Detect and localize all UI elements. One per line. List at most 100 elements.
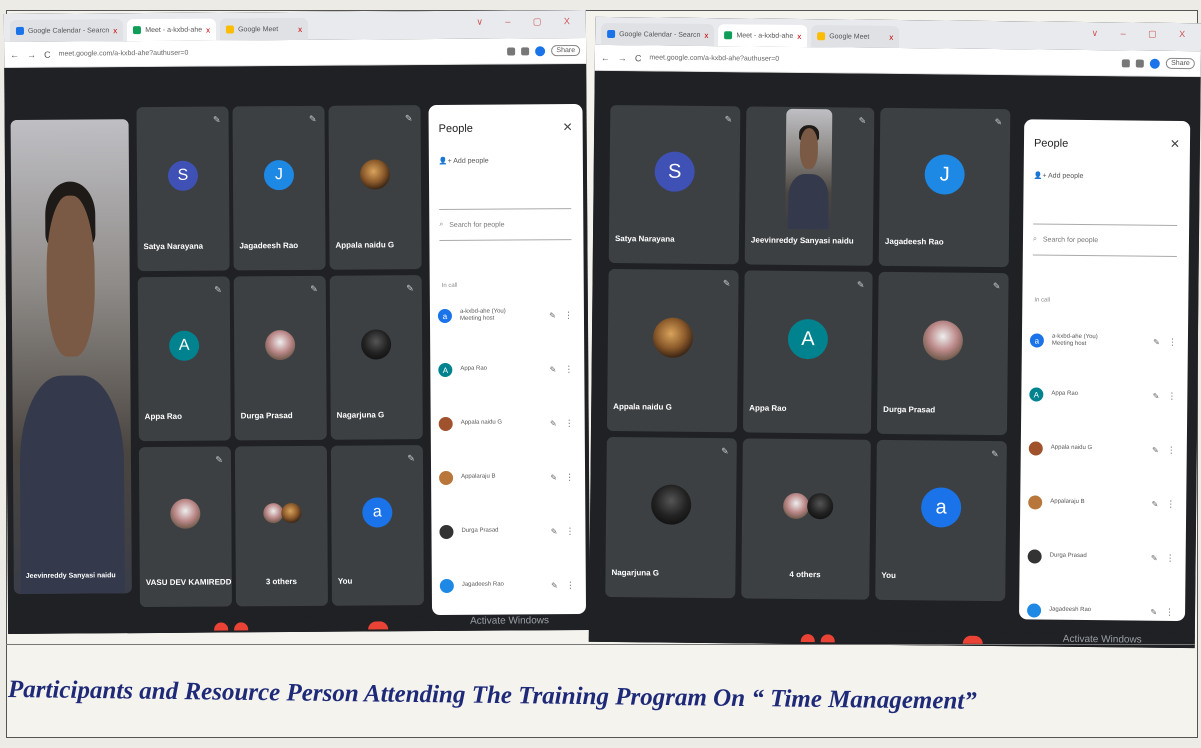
browser-tab[interactable]: Google Meet x <box>220 17 309 41</box>
mic-off-icon[interactable]: ✎ <box>551 527 558 536</box>
profile-avatar[interactable] <box>535 45 546 56</box>
forward-icon[interactable]: → <box>618 53 627 63</box>
self-tile[interactable]: ✎ a You <box>330 445 424 606</box>
more-options-icon[interactable]: ⋮ <box>1168 336 1177 347</box>
add-person-icon: 👤+ <box>1033 172 1047 180</box>
participant-list-item[interactable]: Durga Prasad ✎ ⋮ <box>439 518 574 545</box>
mic-off-icon[interactable]: ✎ <box>550 365 557 374</box>
close-icon[interactable]: x <box>113 26 117 35</box>
more-options-icon[interactable]: ⋮ <box>1166 552 1175 563</box>
more-options-icon[interactable]: ⋮ <box>564 310 573 321</box>
others-tile[interactable]: 3 others <box>234 445 328 607</box>
window-controls[interactable]: ∨ – ▢ X <box>476 16 580 28</box>
participant-list-item[interactable]: Appalaraju B ✎ ⋮ <box>1028 489 1175 517</box>
url-field[interactable]: meet.google.com/a-kxbd-ahe?authuser=0 <box>649 54 1114 66</box>
more-options-icon[interactable]: ⋮ <box>1166 498 1175 509</box>
back-icon[interactable]: ← <box>601 52 610 62</box>
share-button[interactable]: Share <box>1166 57 1195 70</box>
self-tile[interactable]: ✎ a You <box>875 439 1007 602</box>
bookmark-icon[interactable] <box>521 46 530 55</box>
reload-icon[interactable]: C <box>635 53 642 63</box>
mic-off-icon[interactable]: ✎ <box>550 473 557 482</box>
window-controls[interactable]: ∨ – ▢ X <box>1091 28 1195 40</box>
more-options-icon[interactable]: ⋮ <box>565 472 574 483</box>
add-people-button[interactable]: 👤+ Add people <box>439 157 489 165</box>
profile-avatar[interactable] <box>1150 58 1161 69</box>
mic-off-icon[interactable]: ✎ <box>1151 499 1158 508</box>
more-options-icon[interactable]: ⋮ <box>566 580 575 591</box>
browser-tab-active[interactable]: Meet - a-kxbd-ahe x <box>718 24 808 48</box>
leave-call-button[interactable] <box>368 621 389 630</box>
close-icon[interactable]: x <box>206 25 210 34</box>
more-options-icon[interactable]: ⋮ <box>1167 390 1176 401</box>
participant-tile[interactable]: ✎ A Appa Rao <box>137 276 231 442</box>
participant-tile[interactable]: ✎ Appala naidu G <box>328 105 422 270</box>
camera-button[interactable] <box>234 622 249 631</box>
add-people-button[interactable]: 👤+ Add people <box>1034 171 1084 180</box>
participant-list-item[interactable]: Jagadeesh Rao ✎ ⋮ <box>1027 597 1174 621</box>
participant-tile[interactable]: ✎ Durga Prasad <box>233 275 327 441</box>
participant-list-item[interactable]: Durga Prasad ✎ ⋮ <box>1027 543 1175 571</box>
people-search-input[interactable]: ⌕ Search for people <box>1032 223 1178 257</box>
close-icon[interactable]: x <box>889 32 893 41</box>
mic-button[interactable] <box>800 634 815 643</box>
participant-tile[interactable]: ✎ VASU DEV KAMIREDDY <box>138 446 232 608</box>
reload-icon[interactable]: C <box>44 49 51 59</box>
camera-button[interactable] <box>820 634 835 643</box>
participant-tile[interactable]: ✎ J Jagadeesh Rao <box>878 107 1011 268</box>
mic-off-icon[interactable]: ✎ <box>1151 553 1158 562</box>
participant-tile[interactable]: ✎ Nagarjuna G <box>329 275 423 440</box>
presenter-video[interactable]: Jeevinreddy Sanyasi naidu <box>10 119 132 594</box>
participant-list-item[interactable]: Appala naidu G ✎ ⋮ <box>438 410 574 437</box>
participant-list-item[interactable]: Appala naidu G ✎ ⋮ <box>1028 435 1176 463</box>
participant-list-item[interactable]: Appalaraju B ✎ ⋮ <box>439 464 574 491</box>
participant-list-item[interactable]: Jagadeesh Rao ✎ ⋮ <box>439 572 575 599</box>
participant-list-item[interactable]: A Appa Rao ✎ ⋮ <box>1029 381 1176 409</box>
participant-tile[interactable]: ✎ Appala naidu G <box>606 268 739 433</box>
participant-tile[interactable]: ✎ Durga Prasad <box>876 271 1009 436</box>
more-options-icon[interactable]: ⋮ <box>1165 606 1174 617</box>
bookmark-icon[interactable] <box>1136 59 1145 68</box>
browser-tab[interactable]: Google Meet x <box>811 25 900 49</box>
browser-tab[interactable]: Google Calendar - Searcn x <box>9 19 124 42</box>
close-icon[interactable]: x <box>704 30 708 39</box>
more-options-icon[interactable]: ⋮ <box>565 526 574 537</box>
mic-off-icon[interactable]: ✎ <box>549 311 556 320</box>
mic-off-icon[interactable]: ✎ <box>1150 607 1157 616</box>
people-search-input[interactable]: ⌕ Search for people <box>439 208 572 242</box>
mic-off-icon[interactable]: ✎ <box>1153 337 1160 346</box>
close-icon[interactable]: x <box>298 24 302 33</box>
participant-tile[interactable]: ✎ Nagarjuna G <box>605 436 737 599</box>
participant-tile[interactable]: ✎ A Appa Rao <box>742 270 873 434</box>
mic-off-icon[interactable]: ✎ <box>1153 391 1160 400</box>
close-icon[interactable]: ✕ <box>563 120 573 134</box>
mic-off-icon[interactable]: ✎ <box>1152 445 1159 454</box>
url-field[interactable]: meet.google.com/a-kxbd-ahe?authuser=0 <box>59 48 500 58</box>
participant-tile[interactable]: ✎ J Jagadeesh Rao <box>232 105 326 271</box>
participant-list-item[interactable]: A Appa Rao ✎ ⋮ <box>438 356 573 383</box>
extension-icon[interactable] <box>507 46 516 56</box>
avatar <box>439 578 454 594</box>
participant-list-item[interactable]: a a-kxbd-ahe (You) Meeting host ✎ ⋮ <box>1029 327 1177 355</box>
mic-off-icon[interactable]: ✎ <box>551 581 558 590</box>
participant-list-item[interactable]: a a-kxbd-ahe (You) Meeting host ✎ ⋮ <box>437 302 573 329</box>
extension-icon[interactable] <box>1122 58 1131 67</box>
others-tile[interactable]: 4 others <box>741 438 871 600</box>
participant-role: Meeting host <box>1051 340 1087 348</box>
more-options-icon[interactable]: ⋮ <box>1167 444 1176 455</box>
participant-tile[interactable]: ✎ Jeevinreddy Sanyasi naidu <box>744 106 875 266</box>
browser-tab[interactable]: Google Calendar - Searcn x <box>600 22 715 47</box>
mic-off-icon[interactable]: ✎ <box>550 419 557 428</box>
share-button[interactable]: Share <box>551 45 581 57</box>
participant-tile[interactable]: ✎ S Satya Narayana <box>136 106 230 272</box>
close-icon[interactable]: ✕ <box>1170 137 1180 151</box>
leave-call-button[interactable] <box>962 635 983 644</box>
browser-tab-active[interactable]: Meet - a-kxbd-ahe x <box>127 18 217 42</box>
back-icon[interactable]: ← <box>10 49 19 59</box>
close-icon[interactable]: x <box>797 31 801 40</box>
more-options-icon[interactable]: ⋮ <box>565 418 574 429</box>
forward-icon[interactable]: → <box>27 49 36 59</box>
more-options-icon[interactable]: ⋮ <box>564 364 573 375</box>
mic-button[interactable] <box>214 622 229 631</box>
participant-tile[interactable]: ✎ S Satya Narayana <box>608 105 741 265</box>
